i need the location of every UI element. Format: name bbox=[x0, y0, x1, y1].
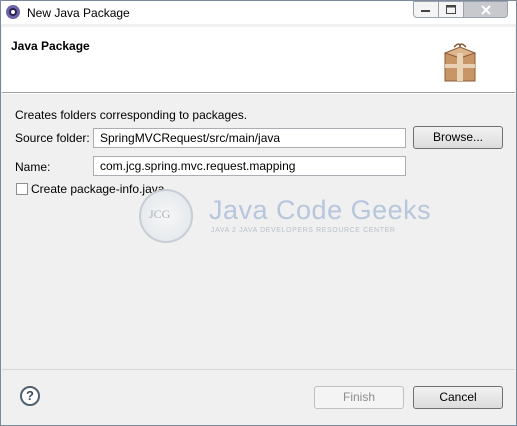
name-input[interactable]: com.jcg.spring.mvc.request.mapping bbox=[93, 156, 406, 176]
jcg-logo-text: JCG bbox=[149, 207, 171, 221]
maximize-button[interactable] bbox=[438, 1, 464, 18]
minimize-icon bbox=[421, 9, 430, 12]
maximize-icon bbox=[445, 4, 456, 14]
package-icon bbox=[443, 43, 477, 82]
close-icon bbox=[480, 4, 491, 15]
watermark-subtitle: JAVA 2 JAVA DEVELOPERS RESOURCE CENTER bbox=[211, 227, 396, 234]
close-button[interactable] bbox=[463, 1, 508, 18]
watermark-title: Java Code Geeks bbox=[209, 195, 432, 225]
minimize-button[interactable] bbox=[413, 1, 439, 18]
source-folder-label: Source folder: bbox=[15, 131, 90, 145]
wizard-header: Java Package bbox=[2, 27, 515, 92]
eclipse-icon bbox=[6, 5, 20, 19]
source-folder-input[interactable]: SpringMVCRequest/src/main/java bbox=[93, 128, 406, 148]
window-title: New Java Package bbox=[27, 6, 130, 20]
help-icon[interactable]: ? bbox=[20, 386, 40, 406]
finish-button[interactable]: Finish bbox=[314, 386, 404, 409]
browse-button[interactable]: Browse... bbox=[413, 126, 503, 149]
name-label: Name: bbox=[15, 160, 51, 174]
title-bar: New Java Package bbox=[1, 1, 516, 24]
page-description: Creates folders corresponding to package… bbox=[15, 108, 248, 122]
footer-divider bbox=[2, 369, 515, 370]
create-package-info-checkbox[interactable] bbox=[16, 183, 28, 195]
header-divider-highlight bbox=[2, 93, 515, 94]
watermark-logo: JCG Java Code Geeks JAVA 2 JAVA DEVELOPE… bbox=[139, 181, 431, 243]
page-title: Java Package bbox=[11, 39, 90, 53]
cancel-button[interactable]: Cancel bbox=[413, 386, 503, 409]
new-java-package-dialog: New Java Package Java Package Creates fo… bbox=[0, 0, 517, 426]
